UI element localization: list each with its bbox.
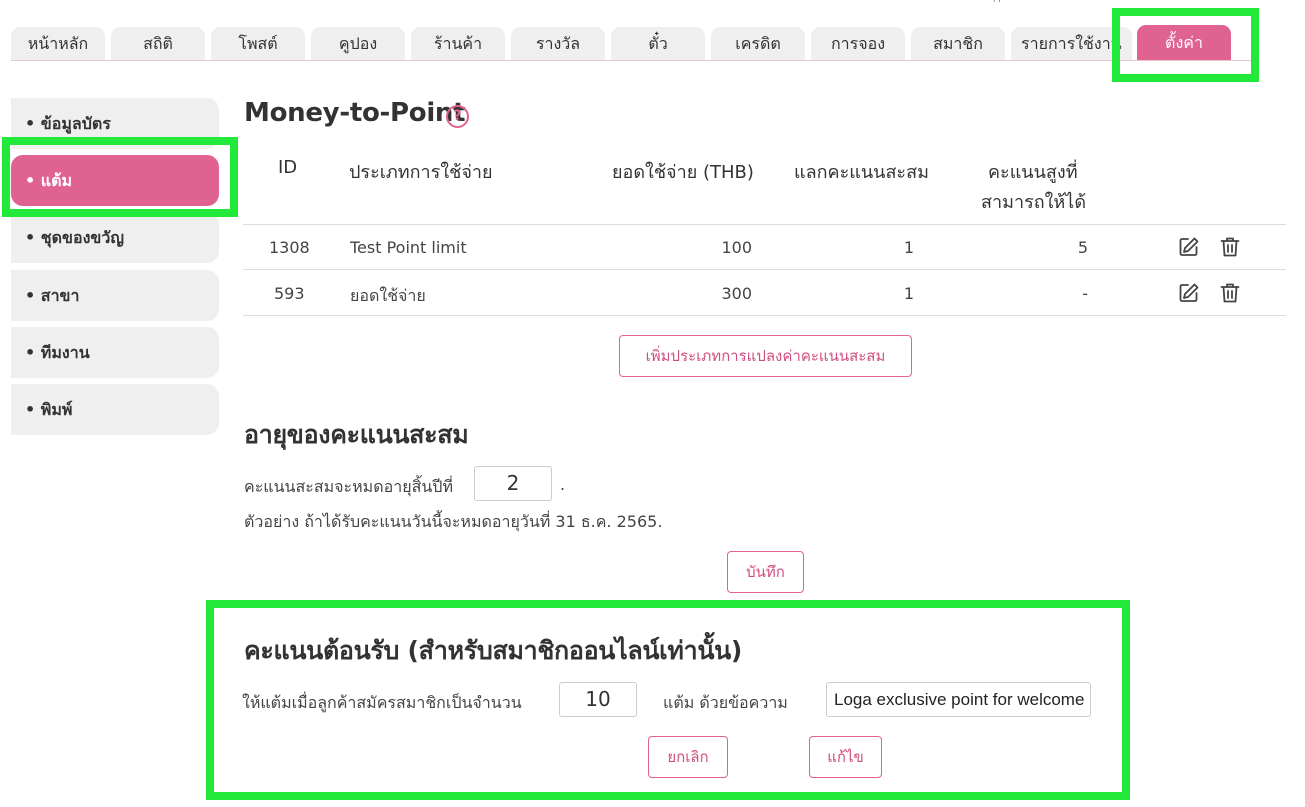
tab-posts[interactable]: โพสต์	[211, 27, 305, 61]
welcome-message-label: แต้ม ด้วยข้อความ	[663, 693, 788, 712]
column-header-amount: ยอดใช้จ่าย (THB)	[612, 162, 754, 183]
sidebar-item-card-info[interactable]: • ข้อมูลบัตร	[11, 98, 219, 149]
tab-credit[interactable]: เครดิต	[711, 27, 805, 61]
cell-type: Test Point limit	[350, 238, 467, 257]
column-header-max-line1: คะแนนสูงที่	[988, 162, 1078, 183]
add-conversion-type-button[interactable]: เพิ่มประเภทการแปลงค่าคะแนนสะสม	[619, 335, 912, 377]
tab-members[interactable]: สมาชิก	[911, 27, 1005, 61]
expiry-years-input[interactable]: 2	[474, 466, 552, 501]
welcome-message-input[interactable]: Loga exclusive point for welcome	[826, 682, 1091, 717]
tab-booking[interactable]: การจอง	[811, 27, 905, 61]
edit-icon[interactable]	[1177, 281, 1201, 305]
help-icon[interactable]: ?	[446, 105, 469, 128]
tab-shops[interactable]: ร้านค้า	[411, 27, 505, 61]
cell-amount: 300	[721, 284, 752, 303]
expiry-suffix: .	[560, 475, 566, 494]
column-header-exchange: แลกคะแนนสะสม	[794, 162, 929, 183]
welcome-label: ให้แต้มเมื่อลูกค้าสมัครสมาชิกเป็นจำนวน	[242, 693, 522, 712]
trash-icon[interactable]	[1218, 281, 1242, 305]
row-divider	[243, 269, 1286, 270]
expiry-title: อายุของคะแนนสะสม	[244, 420, 469, 449]
corner-glyph: ' '	[993, 0, 1001, 9]
tab-activity-log[interactable]: รายการใช้งาน	[1011, 27, 1132, 61]
cell-id: 593	[274, 284, 305, 303]
cell-type: ยอดใช้จ่าย	[350, 286, 426, 305]
tab-settings[interactable]: ตั้งค่า	[1137, 25, 1231, 61]
cancel-button[interactable]: ยกเลิก	[648, 736, 728, 778]
welcome-title: คะแนนต้อนรับ (สำหรับสมาชิกออนไลน์เท่านั้…	[244, 636, 743, 665]
edit-button[interactable]: แก้ไข	[809, 736, 882, 778]
column-header-id: ID	[278, 157, 298, 178]
row-divider	[243, 315, 1286, 316]
expiry-example: ตัวอย่าง ถ้าได้รับคะแนนวันนี้จะหมดอายุวั…	[244, 512, 663, 531]
tab-home[interactable]: หน้าหลัก	[11, 27, 105, 61]
cell-exchange: 1	[903, 238, 914, 257]
tab-coupons[interactable]: คูปอง	[311, 27, 405, 61]
sidebar-item-gift-sets[interactable]: • ชุดของขวัญ	[11, 212, 219, 263]
tab-underline	[11, 60, 1258, 61]
money-to-point-title: Money-to-Point	[244, 98, 466, 128]
cell-max: -	[1082, 284, 1088, 303]
save-button[interactable]: บันทึก	[727, 551, 804, 593]
welcome-points-input[interactable]: 10	[559, 682, 637, 717]
top-tab-bar: ' ' หน้าหลัก สถิติ โพสต์ คูปอง ร้านค้า ร…	[0, 0, 1305, 62]
sidebar-item-branches[interactable]: • สาขา	[11, 270, 219, 321]
tab-tickets[interactable]: ตั๋ว	[611, 27, 705, 61]
column-header-type: ประเภทการใช้จ่าย	[349, 162, 493, 183]
sidebar-item-points[interactable]: • แต้ม	[11, 155, 219, 206]
sidebar-item-print[interactable]: • พิมพ์	[11, 384, 219, 435]
tab-stats[interactable]: สถิติ	[111, 27, 205, 61]
table-header-divider	[243, 224, 1286, 225]
trash-icon[interactable]	[1218, 235, 1242, 259]
cell-exchange: 1	[903, 284, 914, 303]
expiry-label: คะแนนสะสมจะหมดอายุสิ้นปีที่	[244, 477, 453, 496]
column-header-max-line2: สามารถให้ได้	[981, 192, 1087, 213]
cell-max: 5	[1077, 238, 1088, 257]
edit-icon[interactable]	[1177, 235, 1201, 259]
tab-rewards[interactable]: รางวัล	[511, 27, 605, 61]
cell-id: 1308	[269, 238, 310, 257]
cell-amount: 100	[721, 238, 752, 257]
sidebar-item-team[interactable]: • ทีมงาน	[11, 327, 219, 378]
